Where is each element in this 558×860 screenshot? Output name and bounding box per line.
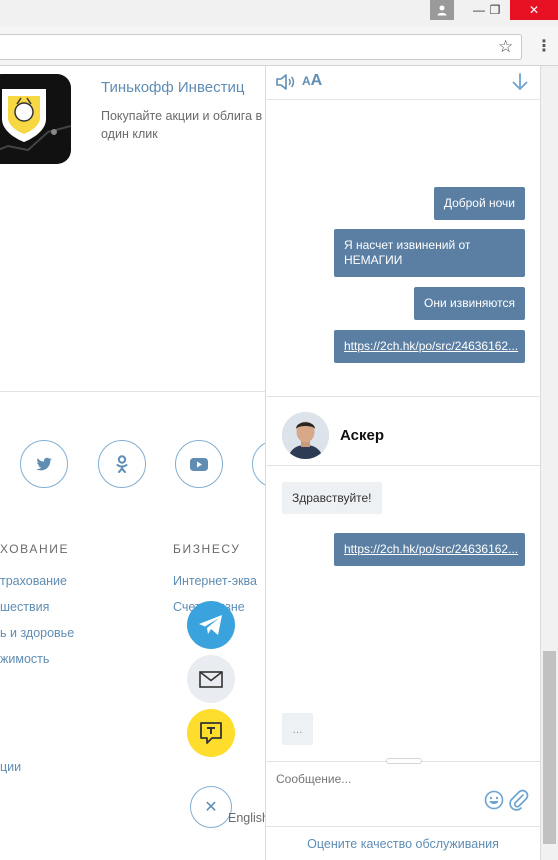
tinkoff-logo-icon[interactable]: [0, 74, 71, 164]
section-heading-business: БИЗНЕСУ: [173, 542, 241, 556]
footer-link[interactable]: жимость: [0, 652, 49, 666]
emoji-icon[interactable]: [484, 790, 504, 815]
close-window-button[interactable]: ✕: [510, 0, 558, 20]
chat-toolbar: AA: [266, 66, 540, 100]
divider: [0, 391, 270, 392]
youtube-icon[interactable]: [175, 440, 223, 488]
telegram-button[interactable]: [187, 601, 235, 649]
operator-name: Аскер: [340, 427, 384, 444]
message-link[interactable]: https://2ch.hk/po/src/24636162...: [344, 542, 518, 556]
divider: [266, 396, 540, 397]
message-input[interactable]: [276, 772, 476, 786]
url-input[interactable]: [0, 34, 522, 60]
font-size-toggle[interactable]: AA: [302, 72, 322, 90]
odnoklassniki-icon[interactable]: [98, 440, 146, 488]
rate-service-link[interactable]: Оцените качество обслуживания: [266, 826, 540, 860]
arrow-down-icon[interactable]: [512, 73, 528, 96]
tinkoff-chat-button[interactable]: [187, 709, 235, 757]
scrollbar-thumb[interactable]: [543, 651, 556, 844]
address-bar: ☆ ⋮: [0, 26, 558, 66]
user-icon[interactable]: [430, 0, 454, 20]
app-description: Покупайте акции и облига в один клик: [101, 109, 263, 141]
message-link[interactable]: https://2ch.hk/po/src/24636162...: [344, 339, 518, 353]
footer-link[interactable]: Интернет-эква: [173, 574, 257, 588]
outgoing-message: Они извиняются: [413, 287, 525, 320]
outgoing-message: Я насчет извинений от НЕМАГИИ: [334, 229, 525, 277]
incoming-message: Здравствуйте!: [282, 482, 382, 514]
footer-link[interactable]: шествия: [0, 600, 49, 614]
attachment-icon[interactable]: [509, 789, 529, 816]
footer-link[interactable]: ь и здоровье: [0, 626, 74, 640]
close-icon[interactable]: ✕: [190, 786, 232, 828]
operator-header: Аскер: [282, 412, 384, 459]
email-button[interactable]: [187, 655, 235, 703]
browser-menu-icon[interactable]: ⋮: [536, 36, 552, 56]
outgoing-message: https://2ch.hk/po/src/24636162...: [334, 533, 525, 566]
chat-widget: AA Доброй ночи Я насчет извинений от НЕМ…: [265, 66, 541, 860]
restore-button[interactable]: ❐: [478, 0, 512, 20]
speaker-icon[interactable]: [276, 74, 296, 95]
outgoing-message: https://2ch.hk/po/src/24636162...: [334, 330, 525, 363]
app-title[interactable]: Тинькофф Инвестиц: [101, 79, 244, 96]
section-heading-insurance: ХОВАНИЕ: [0, 542, 70, 556]
twitter-icon[interactable]: [20, 440, 68, 488]
footer-link[interactable]: ции: [0, 760, 21, 774]
footer-link[interactable]: трахование: [0, 574, 67, 588]
language-link[interactable]: English: [228, 811, 269, 825]
bookmark-star-icon[interactable]: ☆: [498, 37, 513, 57]
typing-indicator: ...: [282, 713, 313, 745]
outgoing-message: Доброй ночи: [433, 187, 525, 220]
composer: [266, 762, 540, 826]
divider: [266, 465, 540, 466]
avatar: [282, 412, 329, 459]
